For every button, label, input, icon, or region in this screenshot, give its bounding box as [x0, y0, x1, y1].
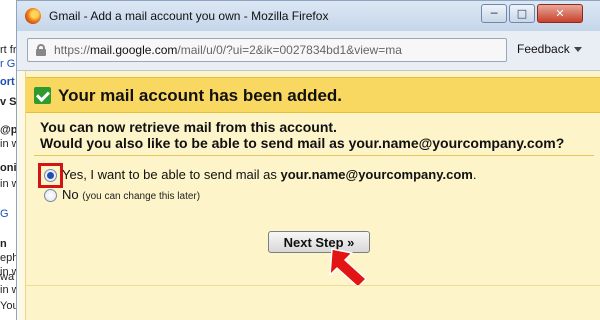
- success-heading: Your mail account has been added.: [58, 86, 343, 105]
- bg-line: r G: [0, 58, 16, 70]
- url-path: /mail/u/0/?ui=2&ik=0027834bd1&view=ma: [177, 43, 402, 57]
- feedback-menu[interactable]: Feedback: [517, 42, 570, 56]
- checkmark-icon: [34, 87, 51, 104]
- minimize-button[interactable]: ─: [481, 4, 507, 23]
- firefox-icon: [25, 8, 41, 24]
- option-yes-label[interactable]: Yes, I want to be able to send mail as y…: [62, 167, 476, 182]
- notice-panel: Your mail account has been added. You ca…: [25, 71, 600, 320]
- info-line-2: Would you also like to be able to send m…: [40, 135, 565, 151]
- yes-text: Yes, I want to be able to send mail as: [62, 167, 281, 182]
- radio-yes[interactable]: [44, 169, 57, 182]
- red-arrow-icon: [329, 248, 367, 288]
- url-domain: mail.google.com: [90, 43, 178, 57]
- yes-email: your.name@yourcompany.com: [280, 167, 473, 182]
- bg-line: v S: [0, 96, 17, 108]
- divider: [34, 155, 594, 156]
- dialog-content: Your mail account has been added. You ca…: [17, 71, 600, 320]
- panel-bottom-rule: [26, 285, 600, 286]
- info-line-1: You can now retrieve mail from this acco…: [40, 119, 337, 135]
- lock-icon: [36, 44, 46, 56]
- no-hint: (you can change this later): [82, 191, 201, 202]
- bg-line: @p: [0, 124, 18, 136]
- window-title: Gmail - Add a mail account you own - Moz…: [49, 9, 329, 23]
- bg-line: n: [0, 238, 7, 250]
- url-field[interactable]: https://mail.google.com/mail/u/0/?ui=2&i…: [27, 38, 507, 62]
- address-bar-row: https://mail.google.com/mail/u/0/?ui=2&i…: [17, 31, 600, 71]
- bg-line: G: [0, 208, 9, 220]
- url-prefix: https://: [54, 43, 91, 57]
- bg-line: oni: [0, 162, 17, 174]
- maximize-button[interactable]: □: [509, 4, 535, 23]
- close-button[interactable]: ✕: [537, 4, 583, 23]
- no-text: No: [62, 187, 79, 202]
- url-text: https://mail.google.com/mail/u/0/?ui=2&i…: [54, 43, 402, 57]
- radio-no[interactable]: [44, 189, 57, 202]
- yes-suffix: .: [472, 167, 477, 182]
- bg-line: ort: [0, 76, 15, 88]
- bg-line: wa: [0, 271, 15, 283]
- popup-window: Gmail - Add a mail account you own - Moz…: [16, 0, 600, 320]
- option-no-label[interactable]: No (you can change this later): [62, 187, 200, 202]
- success-header: Your mail account has been added.: [26, 77, 600, 113]
- chevron-down-icon[interactable]: [574, 47, 582, 52]
- bg-line: rt fr: [0, 44, 17, 56]
- window-titlebar[interactable]: Gmail - Add a mail account you own - Moz…: [17, 1, 600, 31]
